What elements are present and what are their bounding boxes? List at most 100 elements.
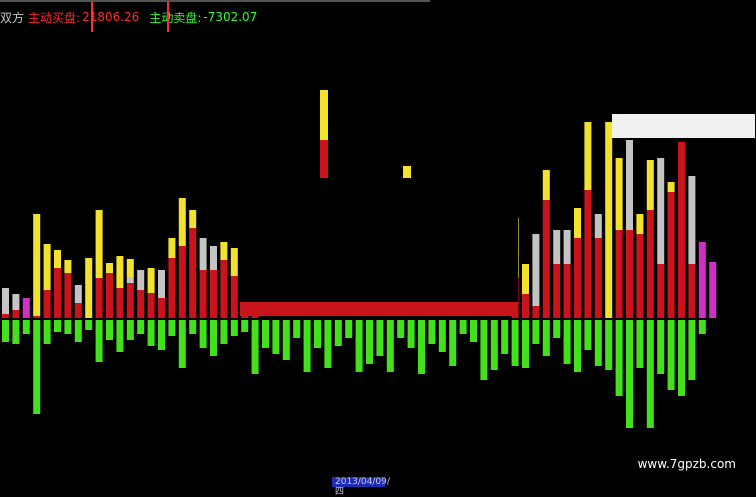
up-bar-red [158,298,165,318]
down-bar-green [646,320,654,428]
down-bar-green [688,320,696,380]
date-cursor-tag: 2013/04/09/四 [332,477,390,497]
up-bar-red [667,192,675,318]
small-spike-yellow [403,166,411,178]
down-bar-green [85,320,93,330]
up-bar-yellow [95,210,103,278]
up-bar-gray [137,270,145,290]
up-bar-gray [12,294,20,310]
down-bar-green [542,320,550,356]
up-bar-red [178,246,186,318]
up-bar-yellow [605,122,613,318]
down-bar-green [116,320,124,352]
up-bar-red [646,210,654,318]
up-bar-gray [532,234,540,306]
up-bar-yellow [85,258,93,318]
up-bar-magenta [698,242,706,318]
up-bar-red [33,316,41,318]
down-bar-green [615,320,623,396]
down-bar-green [553,320,561,338]
up-bar-gray [688,176,696,264]
down-bar-green [490,320,498,370]
up-bar-red [2,314,9,318]
up-bar-red [137,290,145,318]
up-bar-yellow [168,238,176,258]
down-bar-green [626,320,633,428]
down-bar-green [210,320,217,356]
down-bar-green [667,320,675,390]
up-bar-gray [563,230,571,264]
down-bar-green [397,320,405,338]
up-bar-yellow [64,260,72,273]
up-bar-red [199,270,207,318]
up-bar-gray [657,158,665,264]
up-bar-yellow [220,242,228,260]
up-bar-gray [74,285,82,303]
up-bar-red [126,283,134,318]
down-bar-green [574,320,581,372]
down-bar-green [303,320,311,372]
up-bar-red [678,142,685,318]
down-bar-green [95,320,103,362]
down-bar-green [220,320,228,344]
up-bar-red [584,190,592,318]
up-bar-red [43,290,51,318]
down-bar-green [314,320,321,348]
up-bar-red [106,273,113,318]
up-bar-red [626,230,633,318]
up-bar-yellow [542,170,550,200]
up-bar-yellow [178,198,186,246]
down-bar-green [54,320,61,332]
up-bar-red [522,294,529,318]
down-bar-green [501,320,509,354]
down-bar-green [189,320,197,334]
up-bar-red [657,264,665,318]
volume-bar-chart [2,90,717,428]
down-bar-green [64,320,72,334]
down-bar-green [636,320,644,368]
up-bar-yellow [147,268,155,293]
up-bar-red [12,310,20,318]
down-bar-green [282,320,290,360]
down-bar-green [168,320,176,336]
down-bar-green [605,320,613,370]
up-bar-red [116,288,124,318]
down-bar-green [480,320,488,380]
down-bar-green [137,320,145,334]
down-bar-green [366,320,373,364]
up-bar-red [688,264,696,318]
down-bar-green [532,320,540,344]
down-bar-green [178,320,186,368]
spike-red [320,140,328,178]
up-bar-red [210,270,217,318]
down-bar-green [22,320,30,334]
up-bar-yellow [636,214,644,234]
up-bar-gray [158,270,165,298]
up-bar-red [189,228,197,318]
up-bar-yellow [54,250,61,268]
up-bar-yellow [116,256,124,288]
up-bar-red [615,230,623,318]
down-bar-green [241,320,249,332]
down-bar-green [698,320,706,334]
down-bar-green [407,320,415,348]
up-bar-magenta [709,262,717,318]
up-bar-red [74,303,82,318]
down-bar-green [324,320,332,368]
up-bar-gray [2,288,9,314]
down-bar-green [449,320,457,366]
up-bar-red [95,278,103,318]
down-bar-green [147,320,155,346]
spike-yellow [320,90,328,140]
up-bar-red [594,238,602,318]
down-bar-green [345,320,353,338]
down-bar-green [376,320,384,356]
up-bar-red [542,200,550,318]
up-bar-yellow [126,259,134,277]
flat-red-band [240,302,515,316]
down-bar-green [511,320,519,366]
up-bar-gray [626,140,633,230]
up-bar-red [636,234,644,318]
up-bar-gray [126,277,134,283]
down-bar-green [126,320,134,340]
